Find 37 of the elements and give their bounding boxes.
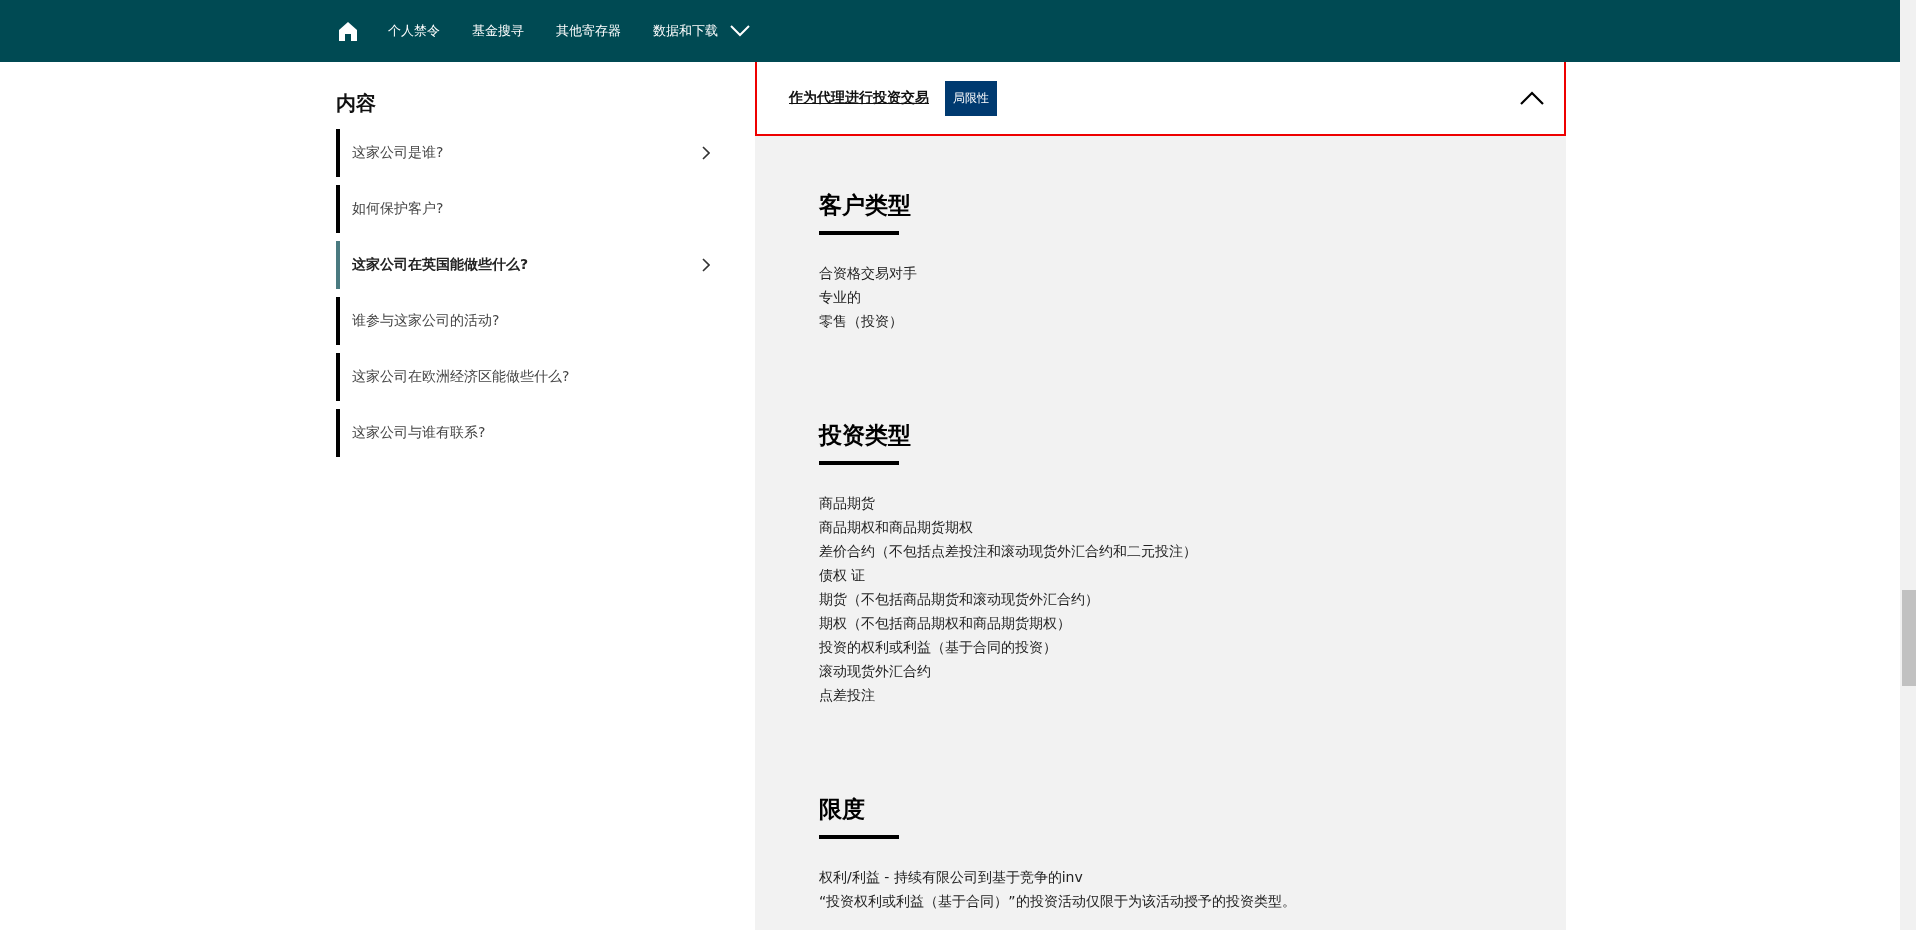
nav-link[interactable]: 其他寄存器 xyxy=(556,22,621,40)
list-text: 零售（投资） xyxy=(819,312,904,331)
list-text: 商品期货 xyxy=(819,494,876,513)
activity-title-link[interactable]: 作为代理进行投资交易 xyxy=(789,89,929,107)
nav-link[interactable]: 基金搜寻 xyxy=(472,22,524,40)
nav-link[interactable]: 数据和下载 xyxy=(653,22,718,40)
list-text: 期货（不包括商品期货和滚动现货外汇合约） xyxy=(819,590,1100,609)
list-text: 期权（不包括商品期权和商品期货期权） xyxy=(819,614,1072,633)
list-text: 滚动现货外汇合约 xyxy=(819,662,932,681)
sidebar-item[interactable]: 这家公司在英国能做些什么? xyxy=(336,241,740,289)
home-icon[interactable] xyxy=(338,21,358,41)
chevron-up-icon[interactable] xyxy=(1520,91,1544,105)
list-text: 差价合约（不包括点差投注和滚动现货外汇合约和二元投注） xyxy=(819,542,1198,561)
section-heading: 投资类型 xyxy=(819,421,912,450)
list-text: 权利/利益 - 持续有限公司到基于竞争的inv xyxy=(819,868,1084,887)
accordion-header[interactable]: 作为代理进行投资交易 局限性 xyxy=(755,62,1566,136)
list-text: “投资权利或利益（基于合同）”的投资活动仅限于为该活动授予的投资类型。 xyxy=(819,892,1297,911)
sidebar-title: 内容 xyxy=(336,90,377,117)
list-text: 合资格交易对手 xyxy=(819,264,918,283)
list-text: 专业的 xyxy=(819,288,862,307)
sidebar-item[interactable]: 这家公司在欧洲经济区能做些什么? xyxy=(336,353,740,401)
sidebar-item[interactable]: 如何保护客户? xyxy=(336,185,740,233)
chevron-right-icon xyxy=(702,146,710,160)
list-text: 点差投注 xyxy=(819,686,876,705)
nav-link[interactable]: 个人禁令 xyxy=(388,22,440,40)
sidebar-item[interactable]: 这家公司是谁? xyxy=(336,129,740,177)
chevron-right-icon xyxy=(702,258,710,272)
section-heading: 客户类型 xyxy=(819,191,912,220)
restriction-badge: 局限性 xyxy=(945,80,997,116)
list-text: 债权 证 xyxy=(819,566,867,585)
sidebar-item[interactable]: 谁参与这家公司的活动? xyxy=(336,297,740,345)
section-heading: 限度 xyxy=(819,795,866,824)
scrollbar-thumb[interactable] xyxy=(1902,590,1916,686)
chevron-down-icon[interactable] xyxy=(730,25,750,37)
list-text: 投资的权利或利益（基于合同的投资） xyxy=(819,638,1058,657)
sidebar-item[interactable]: 这家公司与谁有联系? xyxy=(336,409,740,457)
list-text: 商品期权和商品期货期权 xyxy=(819,518,974,537)
